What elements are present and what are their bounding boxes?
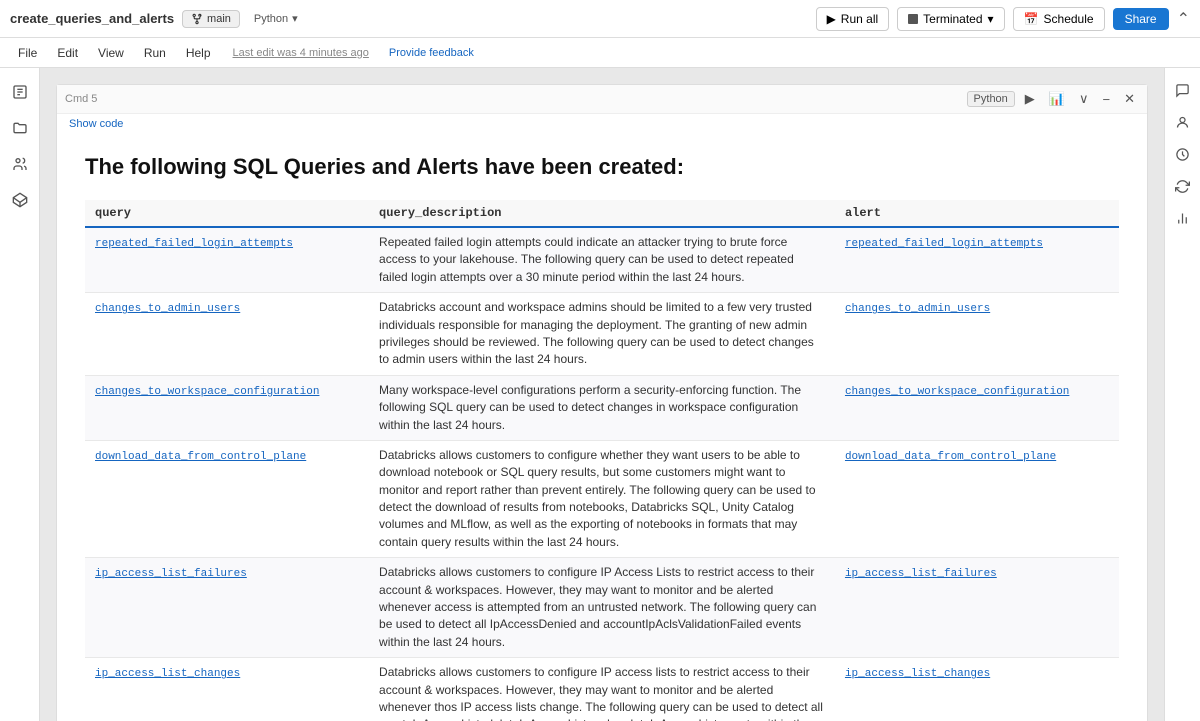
branch-label: main bbox=[207, 13, 231, 25]
chart-icon[interactable]: 📊 bbox=[1045, 89, 1069, 109]
col-header-query: query bbox=[85, 200, 369, 227]
query-link[interactable]: ip_access_list_failures bbox=[95, 568, 247, 580]
collapse-button[interactable]: ∨ bbox=[1075, 89, 1093, 109]
chart-bar-icon[interactable] bbox=[1169, 204, 1197, 232]
users-icon[interactable] bbox=[4, 148, 36, 180]
table-row: changes_to_admin_users Databricks account… bbox=[85, 293, 1119, 376]
description-cell: Databricks allows customers to configure… bbox=[369, 558, 835, 658]
terminated-indicator bbox=[908, 14, 918, 24]
table-row: download_data_from_control_plane Databric… bbox=[85, 440, 1119, 557]
cmd-label: Cmd 5 bbox=[65, 93, 97, 105]
terminated-button[interactable]: Terminated ▾ bbox=[897, 7, 1004, 31]
description-cell: Databricks account and workspace admins … bbox=[369, 293, 835, 376]
results-table: query query_description alert repeated_f… bbox=[85, 200, 1119, 721]
comment-icon[interactable] bbox=[1169, 76, 1197, 104]
description-cell: Databricks allows customers to configure… bbox=[369, 658, 835, 721]
output-heading: The following SQL Queries and Alerts hav… bbox=[85, 154, 1119, 180]
table-row: ip_access_list_failures Databricks allows… bbox=[85, 558, 1119, 658]
close-icon[interactable]: ✕ bbox=[1120, 89, 1139, 109]
table-row: repeated_failed_login_attempts Repeated f… bbox=[85, 227, 1119, 293]
left-sidebar bbox=[0, 68, 40, 721]
menu-file[interactable]: File bbox=[10, 42, 45, 64]
run-cell-button[interactable]: ▶ bbox=[1021, 89, 1039, 109]
description-cell: Repeated failed login attempts could ind… bbox=[369, 227, 835, 293]
share-label: Share bbox=[1125, 12, 1157, 26]
alert-link[interactable]: ip_access_list_changes bbox=[845, 668, 990, 680]
menu-help[interactable]: Help bbox=[178, 42, 219, 64]
minimize-button[interactable]: − bbox=[1099, 90, 1115, 109]
file-icon[interactable] bbox=[4, 76, 36, 108]
col-header-desc: query_description bbox=[369, 200, 835, 227]
sync-icon[interactable] bbox=[1169, 172, 1197, 200]
query-link[interactable]: repeated_failed_login_attempts bbox=[95, 238, 293, 250]
package-icon[interactable] bbox=[4, 184, 36, 216]
alert-link[interactable]: changes_to_admin_users bbox=[845, 303, 990, 315]
cell-output: The following SQL Queries and Alerts hav… bbox=[57, 134, 1147, 721]
col-header-alert: alert bbox=[835, 200, 1119, 227]
schedule-label: Schedule bbox=[1044, 12, 1094, 26]
run-all-button[interactable]: ▶ Run all bbox=[816, 7, 890, 31]
alert-link[interactable]: download_data_from_control_plane bbox=[845, 451, 1056, 463]
query-link[interactable]: changes_to_workspace_configuration bbox=[95, 386, 319, 398]
expand-button[interactable]: ⌃ bbox=[1177, 9, 1190, 29]
menu-view[interactable]: View bbox=[90, 42, 132, 64]
topbar: create_queries_and_alerts main Python ▾ … bbox=[0, 0, 1200, 38]
history-icon[interactable] bbox=[1169, 140, 1197, 168]
table-row: changes_to_workspace_configuration Many w… bbox=[85, 375, 1119, 440]
language-label: Python bbox=[254, 13, 288, 25]
person-icon[interactable] bbox=[1169, 108, 1197, 136]
cell-wrapper: Cmd 5 Python ▶ 📊 ∨ − ✕ Show code The fol… bbox=[56, 84, 1148, 721]
provide-feedback-link[interactable]: Provide feedback bbox=[389, 47, 474, 59]
share-button[interactable]: Share bbox=[1113, 8, 1169, 30]
branch-badge[interactable]: main bbox=[182, 10, 240, 28]
query-link[interactable]: ip_access_list_changes bbox=[95, 668, 240, 680]
cell-toolbar: Cmd 5 Python ▶ 📊 ∨ − ✕ bbox=[57, 85, 1147, 114]
description-cell: Many workspace-level configurations perf… bbox=[369, 375, 835, 440]
alert-link[interactable]: changes_to_workspace_configuration bbox=[845, 386, 1069, 398]
show-code-link[interactable]: Show code bbox=[57, 114, 1147, 134]
language-badge[interactable]: Python ▾ bbox=[254, 12, 298, 25]
description-cell: Databricks allows customers to configure… bbox=[369, 440, 835, 557]
notebook-area: Cmd 5 Python ▶ 📊 ∨ − ✕ Show code The fol… bbox=[40, 68, 1164, 721]
menubar: File Edit View Run Help Last edit was 4 … bbox=[0, 38, 1200, 68]
terminated-label: Terminated bbox=[923, 12, 982, 26]
alert-link[interactable]: ip_access_list_failures bbox=[845, 568, 997, 580]
table-row: ip_access_list_changes Databricks allows … bbox=[85, 658, 1119, 721]
query-link[interactable]: changes_to_admin_users bbox=[95, 303, 240, 315]
schedule-button[interactable]: 📅 Schedule bbox=[1013, 7, 1105, 31]
cell-lang-badge[interactable]: Python bbox=[967, 91, 1015, 107]
menu-edit[interactable]: Edit bbox=[49, 42, 86, 64]
run-all-label: Run all bbox=[841, 12, 878, 26]
query-link[interactable]: download_data_from_control_plane bbox=[95, 451, 306, 463]
last-edit-text[interactable]: Last edit was 4 minutes ago bbox=[233, 47, 369, 59]
notebook-title: create_queries_and_alerts bbox=[10, 11, 174, 26]
menu-run[interactable]: Run bbox=[136, 42, 174, 64]
folder-icon[interactable] bbox=[4, 112, 36, 144]
right-sidebar bbox=[1164, 68, 1200, 721]
alert-link[interactable]: repeated_failed_login_attempts bbox=[845, 238, 1043, 250]
